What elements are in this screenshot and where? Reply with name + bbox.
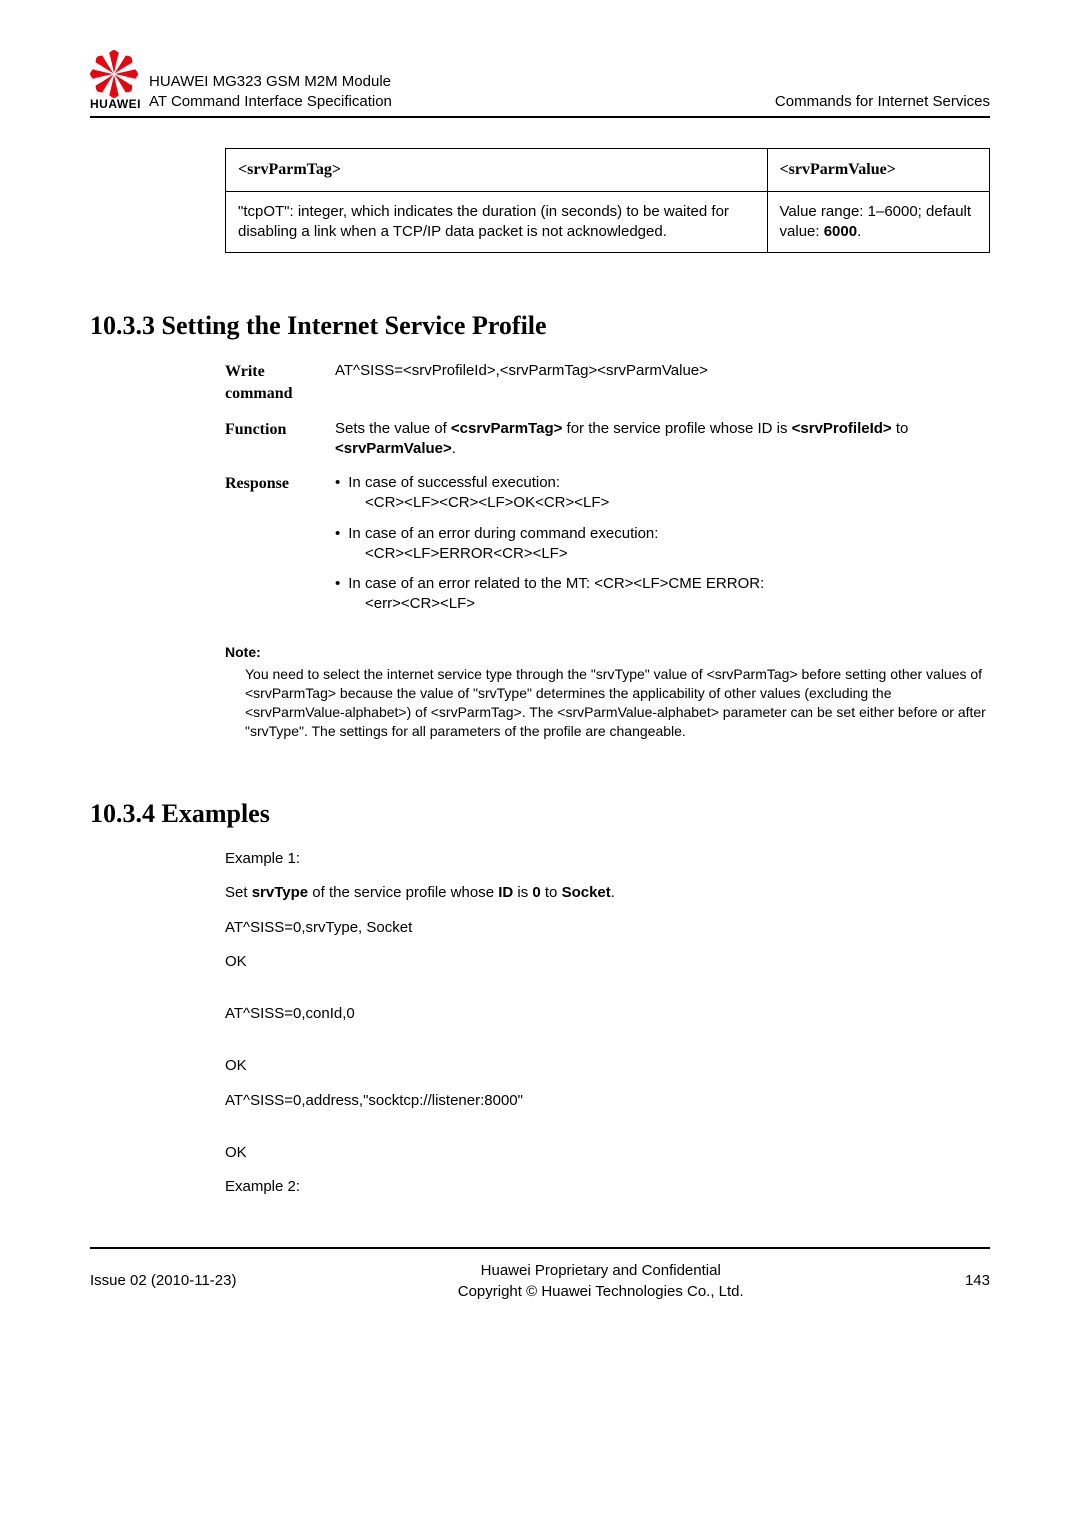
footer-copyright: Copyright © Huawei Technologies Co., Ltd… [236,1282,964,1302]
resp3-l2: <err><CR><LF> [365,594,990,614]
table-header-row: <srvParmTag> <srvParmValue> [226,149,990,192]
resp2-l2: <CR><LF>ERROR<CR><LF> [365,544,990,564]
example-1-set: Set srvType of the service profile whose… [225,883,990,903]
ex1-m1: of the service profile whose [308,884,498,901]
logo-text: HUAWEI [90,96,141,112]
ok-3: OK [225,1143,990,1163]
doc-title: HUAWEI MG323 GSM M2M Module [149,72,392,92]
resp3-l1: In case of an error related to the MT: <… [348,574,764,594]
doc-subtitle: AT Command Interface Specification [149,92,392,112]
cmd-3: AT^SISS=0,address,"socktcp://listener:80… [225,1091,990,1111]
response-item-1: • In case of successful execution: <CR><L… [335,473,990,514]
header-left: HUAWEI HUAWEI MG323 GSM M2M Module AT Co… [90,50,392,112]
footer-proprietary: Huawei Proprietary and Confidential [236,1261,964,1281]
ok-1: OK [225,952,990,972]
body-response: • In case of successful execution: <CR><L… [335,473,990,625]
huawei-logo-icon [90,50,138,98]
table-row: "tcpOT": integer, which indicates the du… [226,191,990,253]
func-b1: <csrvParmTag> [451,420,562,437]
cell-value-desc: Value range: 1–6000; default value: 6000… [767,191,989,253]
ex1-m3: to [541,884,562,901]
bullet-icon: • [335,574,340,594]
label-function: Function [225,419,315,441]
header-titles: HUAWEI MG323 GSM M2M Module AT Command I… [149,72,392,113]
footer-page-number: 143 [965,1271,990,1291]
label-response: Response [225,473,315,495]
ex1-m2: is [513,884,532,901]
ex1-b4: Socket [562,884,611,901]
label-write-command: Write command [225,361,315,404]
body-function: Sets the value of <csrvParmTag> for the … [335,419,990,460]
func-mid: for the service profile whose ID is [562,420,791,437]
example-2-label: Example 2: [225,1177,990,1197]
def-function: Function Sets the value of <csrvParmTag>… [225,419,990,460]
cell-value-post: . [857,223,861,240]
cell-value-pre: Value range: 1–6000; default value: [780,203,972,240]
col-header-tag: <srvParmTag> [226,149,768,192]
logo-block: HUAWEI [90,50,141,112]
ex1-b3: 0 [532,884,540,901]
note-body: You need to select the internet service … [245,665,990,741]
footer-center: Huawei Proprietary and Confidential Copy… [236,1261,964,1302]
col-header-value: <srvParmValue> [767,149,989,192]
page-footer: Issue 02 (2010-11-23) Huawei Proprietary… [90,1247,990,1302]
body-write-command: AT^SISS=<srvProfileId>,<srvParmTag><srvP… [335,361,990,381]
ok-2: OK [225,1056,990,1076]
resp1-l2: <CR><LF><CR><LF>OK<CR><LF> [365,493,990,513]
cell-tag-desc: "tcpOT": integer, which indicates the du… [226,191,768,253]
bullet-icon: • [335,524,340,544]
example-1-label: Example 1: [225,849,990,869]
page-header: HUAWEI HUAWEI MG323 GSM M2M Module AT Co… [90,50,990,118]
func-mid2: to [892,420,909,437]
examples-body: Example 1: Set srvType of the service pr… [225,849,990,1197]
footer-issue: Issue 02 (2010-11-23) [90,1271,236,1291]
bullet-icon: • [335,473,340,493]
resp2-l1: In case of an error during command execu… [348,524,658,544]
ex1-b2: ID [498,884,513,901]
func-b2: <srvProfileId> [792,420,892,437]
response-item-3: • In case of an error related to the MT: … [335,574,990,615]
func-b3: <srvParmValue> [335,440,452,457]
note-label: Note: [225,643,990,662]
func-pre: Sets the value of [335,420,451,437]
ex1-pre: Set [225,884,252,901]
ex1-b1: srvType [252,884,308,901]
chapter-name: Commands for Internet Services [775,92,990,112]
resp1-l1: In case of successful execution: [348,473,560,493]
param-table-wrap: <srvParmTag> <srvParmValue> "tcpOT": int… [225,148,990,253]
section-heading-10-3-4: 10.3.4 Examples [90,796,990,831]
def-write-command: Write command AT^SISS=<srvProfileId>,<sr… [225,361,990,404]
param-table: <srvParmTag> <srvParmValue> "tcpOT": int… [225,148,990,253]
cmd-2: AT^SISS=0,conId,0 [225,1004,990,1024]
cell-value-bold: 6000 [824,223,857,240]
cmd-1: AT^SISS=0,srvType, Socket [225,918,990,938]
response-item-2: • In case of an error during command exec… [335,524,990,565]
func-post: . [452,440,456,457]
def-response: Response • In case of successful executio… [225,473,990,625]
definition-list: Write command AT^SISS=<srvProfileId>,<sr… [225,361,990,624]
section-heading-10-3-3: 10.3.3 Setting the Internet Service Prof… [90,308,990,343]
note-block: Note: You need to select the internet se… [225,643,990,741]
ex1-post: . [611,884,615,901]
